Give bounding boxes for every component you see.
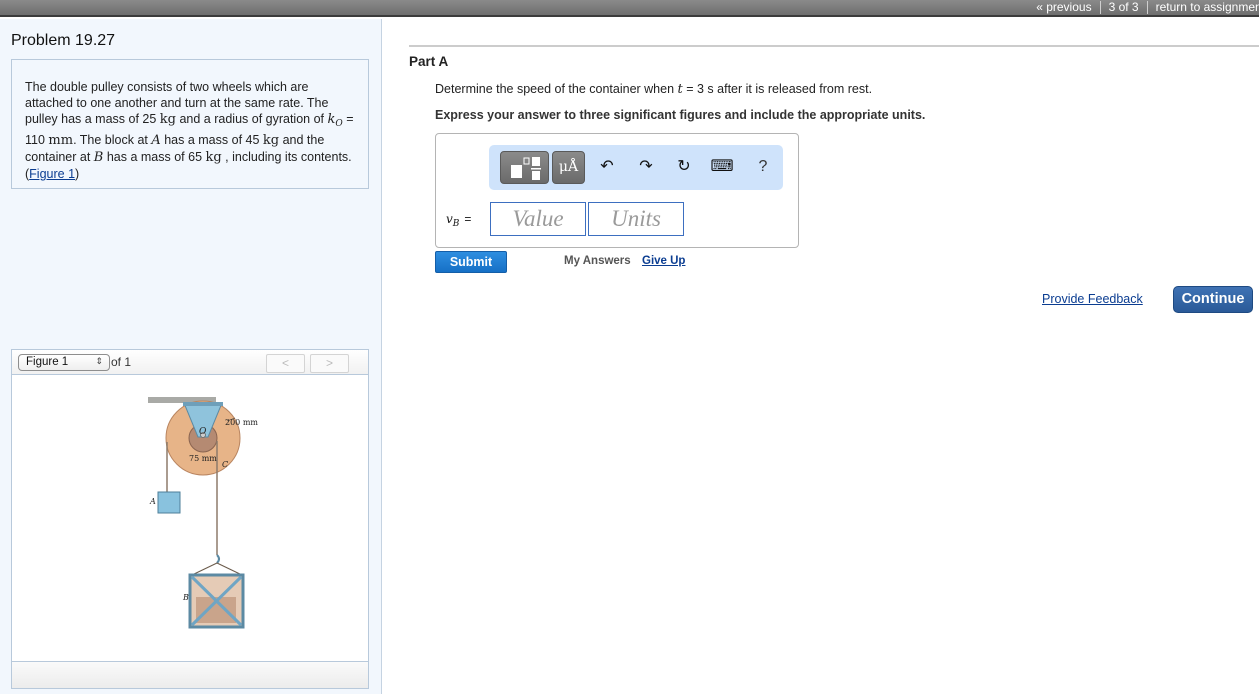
top-navigation-bar: « previous 3 of 3 return to assignment	[0, 0, 1259, 17]
item-position: 3 of 3	[1108, 0, 1139, 14]
select-arrows-icon: ⇕	[95, 356, 103, 366]
assignment-nav: « previous 3 of 3 return to assignment	[1028, 0, 1259, 15]
figure-panel: Figure 1 ⇕ of 1 < > 200 mm 75 mm O C A B	[11, 349, 369, 689]
undo-icon[interactable]: ↶	[595, 155, 619, 179]
problem-panel: Problem 19.27 The double pulley consists…	[0, 19, 382, 694]
label-inner-radius: 75 mm	[189, 454, 217, 463]
value-input[interactable]: Value	[490, 202, 586, 236]
templates-button[interactable]	[500, 151, 549, 184]
label-point-c: C	[222, 460, 228, 469]
submit-button[interactable]: Submit	[435, 251, 507, 273]
provide-feedback-link[interactable]: Provide Feedback	[1042, 292, 1143, 306]
pulley-diagram: 200 mm 75 mm O C A B	[148, 397, 258, 629]
redo-icon[interactable]: ↷	[634, 155, 658, 179]
figure-select[interactable]: Figure 1 ⇕	[18, 354, 110, 371]
label-container-b: B	[182, 593, 189, 602]
return-to-assignment-link[interactable]: return to assignment	[1148, 1, 1259, 14]
figure-footer	[12, 661, 368, 688]
problem-statement: The double pulley consists of two wheels…	[11, 59, 369, 189]
bracket-plate	[183, 402, 223, 406]
help-icon[interactable]: ?	[751, 155, 775, 179]
units-input[interactable]: Units	[588, 202, 684, 236]
figure-count: of 1	[111, 355, 132, 369]
figure-toolbar: Figure 1 ⇕ of 1 < >	[12, 350, 368, 375]
previous-link[interactable]: « previous	[1028, 1, 1099, 14]
figure-1-link[interactable]: Figure 1	[29, 167, 75, 181]
answer-instruction: Express your answer to three significant…	[435, 108, 926, 122]
units-button[interactable]: μÅ	[552, 151, 585, 184]
question-panel: Part A Determine the speed of the contai…	[383, 19, 1259, 694]
label-outer-radius: 200 mm	[225, 418, 258, 427]
templates-icon	[511, 157, 541, 180]
keyboard-icon[interactable]: ⌨	[710, 155, 734, 179]
sling-right	[216, 562, 243, 576]
reset-icon[interactable]: ↻	[672, 155, 696, 179]
problem-title: Problem 19.27	[11, 32, 116, 49]
sling-left	[191, 562, 218, 576]
give-up-link[interactable]: Give Up	[642, 255, 685, 267]
hook	[216, 554, 220, 564]
part-divider	[409, 45, 1259, 47]
block-a	[157, 491, 181, 514]
previous-figure-button[interactable]: <	[266, 354, 305, 373]
part-title: Part A	[409, 54, 449, 69]
figure-image: 200 mm 75 mm O C A B	[12, 375, 368, 662]
next-figure-button[interactable]: >	[310, 354, 349, 373]
answer-box: μÅ ↶ ↷ ↻ ⌨ ? vB = Value Units	[435, 133, 799, 248]
answer-variable-label: vB =	[446, 212, 472, 229]
question-text: Determine the speed of the container whe…	[435, 82, 873, 97]
label-center-o: O	[199, 427, 207, 437]
math-toolbar: μÅ ↶ ↷ ↻ ⌨ ?	[489, 145, 783, 190]
label-block-a: A	[149, 497, 156, 506]
my-answers-label: My Answers	[564, 255, 631, 267]
continue-button[interactable]: Continue	[1173, 286, 1253, 313]
